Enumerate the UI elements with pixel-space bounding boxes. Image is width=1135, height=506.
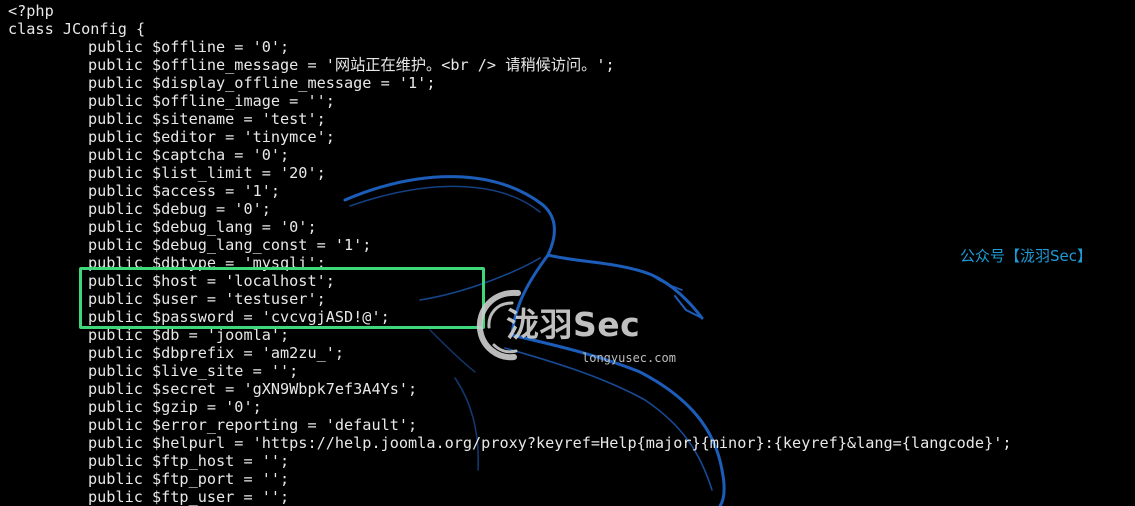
wechat-account-tag: 公众号【泷羽Sec】 bbox=[960, 247, 1092, 265]
code-line: public $helpurl = 'https://help.joomla.o… bbox=[88, 434, 1012, 452]
code-line: public $offline_message = '网站正在维护。<br />… bbox=[88, 56, 615, 74]
code-line: public $offline = '0'; bbox=[88, 38, 290, 56]
terminal-window[interactable]: <?php class JConfig {public $offline = '0… bbox=[0, 0, 1135, 506]
code-line: public $ftp_host = ''; bbox=[88, 452, 290, 470]
watermark-brand: 泷羽Sec bbox=[506, 305, 641, 344]
code-line: public $debug_lang = '0'; bbox=[88, 218, 317, 236]
code-line: public $display_offline_message = '1'; bbox=[88, 74, 436, 92]
code-line: public $error_reporting = 'default'; bbox=[88, 416, 418, 434]
code-line: public $debug_lang_const = '1'; bbox=[88, 236, 372, 254]
code-line: <?php bbox=[8, 2, 54, 20]
code-line: public $list_limit = '20'; bbox=[88, 164, 326, 182]
code-line: class JConfig { bbox=[8, 20, 146, 38]
code-line: public $secret = 'gXN9Wbpk7ef3A4Ys'; bbox=[88, 380, 418, 398]
config-code-listing[interactable]: <?php class JConfig {public $offline = '0… bbox=[8, 2, 1012, 506]
code-line: public $debug = '0'; bbox=[88, 200, 271, 218]
watermark-url: longyusec.com bbox=[582, 351, 676, 365]
code-line: public $ftp_user = ''; bbox=[88, 488, 290, 506]
code-line: public $offline_image = ''; bbox=[88, 92, 335, 110]
code-line: public $captcha = '0'; bbox=[88, 146, 290, 164]
code-line: public $gzip = '0'; bbox=[88, 398, 262, 416]
code-line: public $editor = 'tinymce'; bbox=[88, 128, 335, 146]
code-line: public $sitename = 'test'; bbox=[88, 110, 326, 128]
code-line: public $access = '1'; bbox=[88, 182, 281, 200]
credentials-highlight-box bbox=[79, 267, 485, 329]
code-line: public $ftp_port = ''; bbox=[88, 470, 290, 488]
